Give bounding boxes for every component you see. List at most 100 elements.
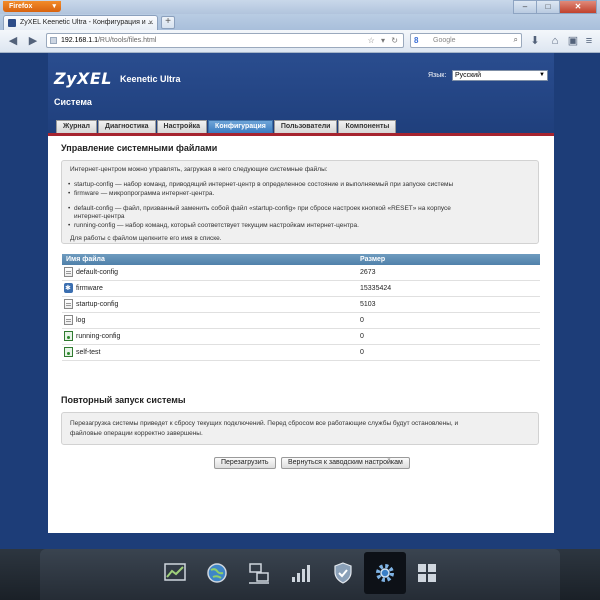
screenshot-icon[interactable]: ▣ [566,34,580,48]
reboot-text-line1: Перезагрузка системы приведет к сбросу т… [70,420,459,427]
tab-journal[interactable]: Журнал [56,120,97,133]
file-size: 0 [360,333,364,340]
file-size: 2673 [360,269,376,276]
window-titlebar: Firefox ▾ – □ ✕ [0,0,600,14]
files-hint: Для работы с файлом щелкните его имя в с… [70,235,222,242]
files-intro: Интернет-центром можно управлять, загруж… [70,166,328,173]
browser-tabbar: ZyXEL Keenetic Ultra - Конфигурация и ..… [0,14,600,30]
dock-security-button[interactable] [322,552,364,594]
zyxel-logo: ZyXEL [54,69,112,88]
address-bar-icons[interactable]: ☆ ▾ ↻ [368,34,400,47]
gear-icon [376,564,394,582]
bullet-default-config: default-config — файл, призванный замени… [68,205,451,212]
close-window-button[interactable]: ✕ [559,0,597,14]
table-row[interactable]: startup-config 5103 [62,297,540,313]
document-icon [64,267,73,277]
tab-diagnostics[interactable]: Диагностика [97,120,156,133]
files-table: Имя файла Размер default-config 2673 fir… [62,254,540,361]
table-row[interactable]: running-config 0 [62,329,540,345]
browser-tab-title: ZyXEL Keenetic Ultra - Конфигурация и ..… [20,19,154,26]
bottom-dock [0,549,600,600]
page-title: Система [54,97,92,107]
files-table-header: Имя файла Размер [62,254,540,265]
close-tab-icon[interactable]: × [148,16,153,30]
file-name-link[interactable]: startup-config [76,297,118,312]
language-select[interactable]: Русский ▼ [452,70,548,81]
chevron-down-icon: ▼ [539,72,545,78]
file-size: 5103 [360,301,376,308]
browser-tab[interactable]: ZyXEL Keenetic Ultra - Конфигурация и ..… [3,15,158,30]
bullet-default-config-cont: интернет-центра [74,213,125,220]
firmware-icon [64,281,73,296]
file-name-link[interactable]: default-config [76,265,118,280]
tab-components[interactable]: Компоненты [338,120,397,133]
reboot-text-line2: файловые операции корректно завершены. [70,430,203,437]
file-name-link[interactable]: firmware [76,281,103,296]
file-name-link[interactable]: self-test [76,345,101,360]
tab-favicon-icon [8,19,16,27]
window-controls: – □ ✕ [513,0,597,14]
downloads-icon[interactable]: ⬇ [528,34,542,48]
language-value: Русский [455,72,481,79]
table-row[interactable]: default-config 2673 [62,265,540,281]
content-panel: Управление системными файлами Интернет-ц… [56,139,540,483]
search-bar[interactable]: 8 Google ⌕ [410,33,522,48]
table-row[interactable]: self-test 0 [62,345,540,361]
maximize-button[interactable]: □ [536,0,560,14]
files-info-box: Интернет-центром можно управлять, загруж… [61,160,539,244]
new-tab-button[interactable]: + [161,16,175,29]
globe-icon [207,563,227,583]
tab-settings[interactable]: Настройка [156,120,208,133]
dock-system-button[interactable] [364,552,406,594]
forward-button[interactable]: ▶ [26,34,40,48]
network-icon [249,563,269,584]
section-tabs: Журнал Диагностика Настройка Конфигураци… [56,120,397,133]
file-name-link[interactable]: running-config [76,329,120,344]
factory-reset-button[interactable]: Вернуться к заводским настройкам [281,457,410,469]
reboot-button[interactable]: Перезагрузить [214,457,276,469]
address-bar[interactable]: 192.168.1.1/RU/tools/files.html ☆ ▾ ↻ [46,33,404,48]
bullet-firmware: firmware — микропрограмма интернет-центр… [68,190,214,197]
document-icon [64,315,73,325]
files-section-title: Управление системными файлами [61,143,218,153]
dock-apps-button[interactable] [406,552,448,594]
firefox-menu-label: Firefox [9,3,33,10]
navigation-toolbar: ◀ ▶ 192.168.1.1/RU/tools/files.html ☆ ▾ … [0,30,600,53]
column-size-header: Размер [360,256,386,263]
web-page: ZyXEL Keenetic Ultra Система Язык: Русск… [0,53,600,549]
google-icon: 8 [414,36,419,45]
back-button[interactable]: ◀ [6,34,20,48]
search-icon[interactable]: ⌕ [514,33,518,46]
dock-wifi-button[interactable] [280,552,322,594]
table-row[interactable]: log 0 [62,313,540,329]
script-icon [64,331,73,341]
shield-icon [334,562,352,584]
language-label: Язык: [428,72,447,79]
column-name-header: Имя файла [66,256,105,263]
file-size: 0 [360,317,364,324]
dock-internet-button[interactable] [196,552,238,594]
firefox-menu-button[interactable]: Firefox ▾ [3,1,61,12]
minimize-button[interactable]: – [513,0,537,14]
home-icon[interactable]: ⌂ [548,34,562,48]
document-icon [64,299,73,309]
file-name-link[interactable]: log [76,313,85,328]
file-size: 0 [360,349,364,356]
script-icon [64,347,73,357]
table-row[interactable]: firmware 15335424 [62,281,540,297]
dock-bar [40,549,560,600]
chart-icon [164,563,186,581]
dock-monitor-button[interactable] [154,552,196,594]
bullet-startup-config: startup-config — набор команд, приводящи… [68,181,453,188]
bullet-running-config: running-config — набор команд, который с… [68,222,359,229]
search-placeholder: Google [433,37,456,44]
menu-icon[interactable]: ≡ [582,34,596,48]
page-header: ZyXEL Keenetic Ultra Система Язык: Русск… [48,53,554,133]
tab-configuration[interactable]: Конфигурация [208,120,273,133]
dock-network-button[interactable] [238,552,280,594]
grid-icon [418,564,436,582]
tab-users[interactable]: Пользователи [273,120,338,133]
reboot-section-title: Повторный запуск системы [61,395,186,405]
chevron-down-icon: ▾ [52,3,56,10]
file-size: 15335424 [360,285,392,292]
